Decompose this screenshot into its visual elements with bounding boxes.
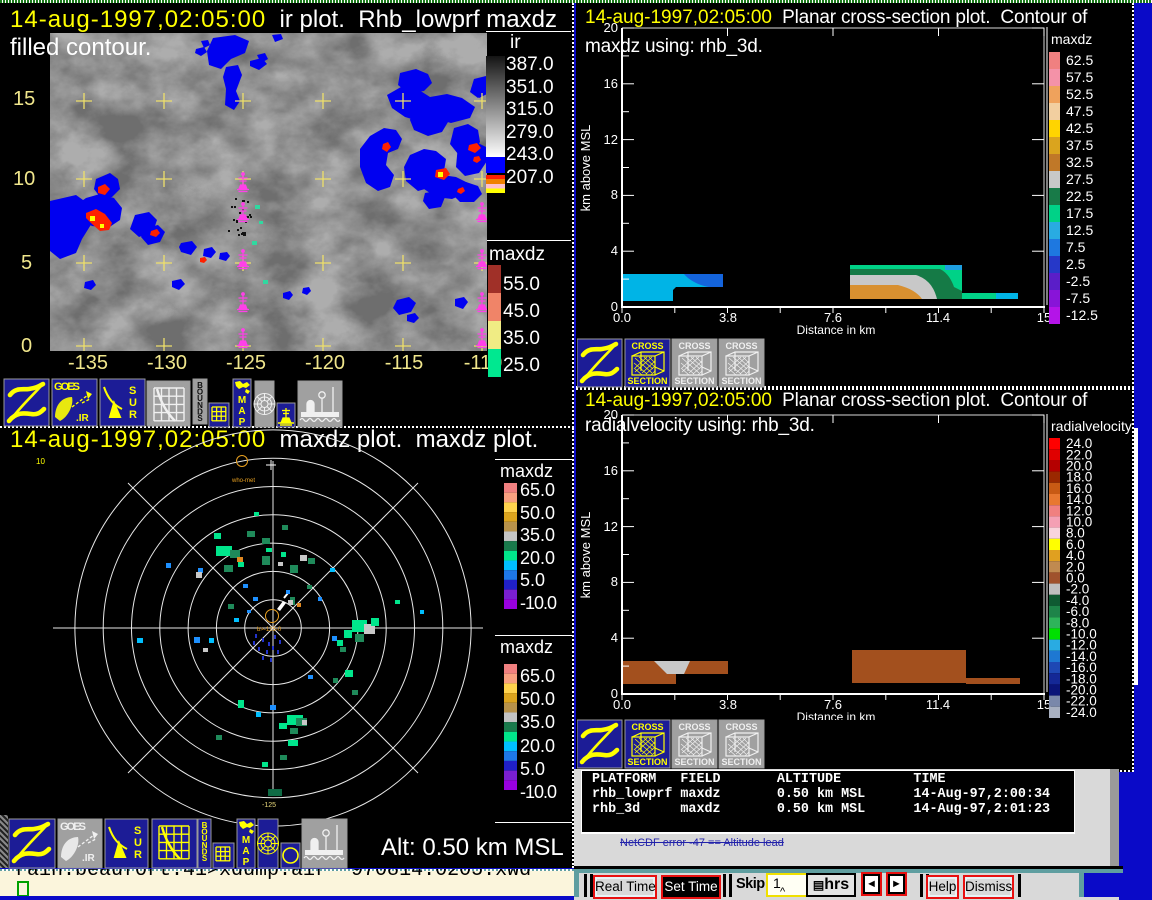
svg-text:P: P — [243, 857, 250, 868]
svg-text:b>-125-0: b>-125-0 — [257, 627, 282, 633]
svg-text:CROSS: CROSS — [631, 722, 663, 732]
svg-text:-7.5: -7.5 — [1066, 290, 1090, 306]
svg-text:57.5: 57.5 — [1066, 69, 1093, 85]
svg-text:SECTION: SECTION — [674, 757, 714, 767]
svg-text:17.5: 17.5 — [1066, 205, 1093, 221]
svg-text:CROSS: CROSS — [725, 341, 757, 351]
svg-text:km above MSL: km above MSL — [578, 512, 593, 599]
svg-text:3.8: 3.8 — [719, 310, 737, 325]
svg-text:SECTION: SECTION — [627, 757, 667, 767]
svg-text:R: R — [129, 409, 137, 421]
svg-text:U: U — [134, 837, 142, 849]
svg-text:-12.5: -12.5 — [1066, 307, 1098, 323]
svg-text:R: R — [134, 849, 142, 861]
svg-text:km above MSL: km above MSL — [578, 125, 593, 212]
svg-text:3.8: 3.8 — [719, 697, 737, 712]
svg-text:10: 10 — [36, 457, 45, 466]
svg-text:32.5: 32.5 — [1066, 154, 1093, 170]
svg-text:12: 12 — [604, 519, 618, 534]
svg-text:.IR: .IR — [76, 413, 90, 424]
svg-text:4: 4 — [611, 243, 618, 258]
svg-text:4: 4 — [611, 630, 618, 645]
svg-text:Distance in km: Distance in km — [797, 710, 876, 720]
svg-text:S: S — [129, 385, 136, 397]
svg-text:37.5: 37.5 — [1066, 137, 1093, 153]
svg-text:S: S — [197, 414, 203, 423]
svg-text:who-met: who-met — [231, 478, 255, 484]
svg-text:52.5: 52.5 — [1066, 86, 1093, 102]
svg-text:8: 8 — [611, 187, 618, 202]
svg-text:8: 8 — [611, 574, 618, 589]
svg-text:A: A — [242, 846, 249, 857]
svg-text:SECTION: SECTION — [627, 376, 667, 386]
svg-text:M: M — [238, 395, 246, 406]
svg-text:GOES: GOES — [60, 821, 86, 833]
svg-text:7.5: 7.5 — [1066, 239, 1086, 255]
svg-text:62.5: 62.5 — [1066, 52, 1093, 68]
svg-text:11.4: 11.4 — [926, 697, 950, 712]
svg-text:16: 16 — [604, 463, 618, 478]
svg-text:22.5: 22.5 — [1066, 188, 1093, 204]
svg-text:.IR: .IR — [82, 853, 96, 864]
svg-text:U: U — [129, 397, 137, 409]
svg-text:47.5: 47.5 — [1066, 103, 1093, 119]
svg-text:GOES: GOES — [54, 381, 80, 393]
svg-text:CROSS: CROSS — [725, 722, 757, 732]
svg-text:2.5: 2.5 — [1066, 256, 1086, 272]
svg-text:A: A — [238, 406, 245, 417]
svg-text:S: S — [134, 825, 141, 837]
svg-text:11.4: 11.4 — [926, 310, 950, 325]
svg-text:SECTION: SECTION — [721, 376, 761, 386]
svg-text:M: M — [242, 835, 250, 846]
svg-text:SECTION: SECTION — [721, 757, 761, 767]
svg-text:0.0: 0.0 — [613, 310, 631, 325]
svg-text:maxdz: maxdz — [1051, 31, 1092, 47]
svg-text:CROSS: CROSS — [678, 341, 710, 351]
svg-text:16: 16 — [604, 76, 618, 91]
svg-text:-2.5: -2.5 — [1066, 273, 1090, 289]
svg-text:radialvelocity: radialvelocity — [1051, 418, 1132, 434]
svg-text:CROSS: CROSS — [631, 341, 663, 351]
svg-text:-125: -125 — [262, 802, 276, 809]
svg-text:42.5: 42.5 — [1066, 120, 1093, 136]
svg-text:0.0: 0.0 — [613, 697, 631, 712]
svg-text:12: 12 — [604, 132, 618, 147]
svg-text:20: 20 — [604, 20, 618, 35]
svg-text:-24.0: -24.0 — [1066, 705, 1097, 720]
svg-text:Distance in km: Distance in km — [797, 323, 876, 337]
svg-text:SECTION: SECTION — [674, 376, 714, 386]
svg-text:12.5: 12.5 — [1066, 222, 1093, 238]
svg-text:CROSS: CROSS — [678, 722, 710, 732]
svg-text:27.5: 27.5 — [1066, 171, 1093, 187]
svg-text:S: S — [202, 854, 208, 863]
